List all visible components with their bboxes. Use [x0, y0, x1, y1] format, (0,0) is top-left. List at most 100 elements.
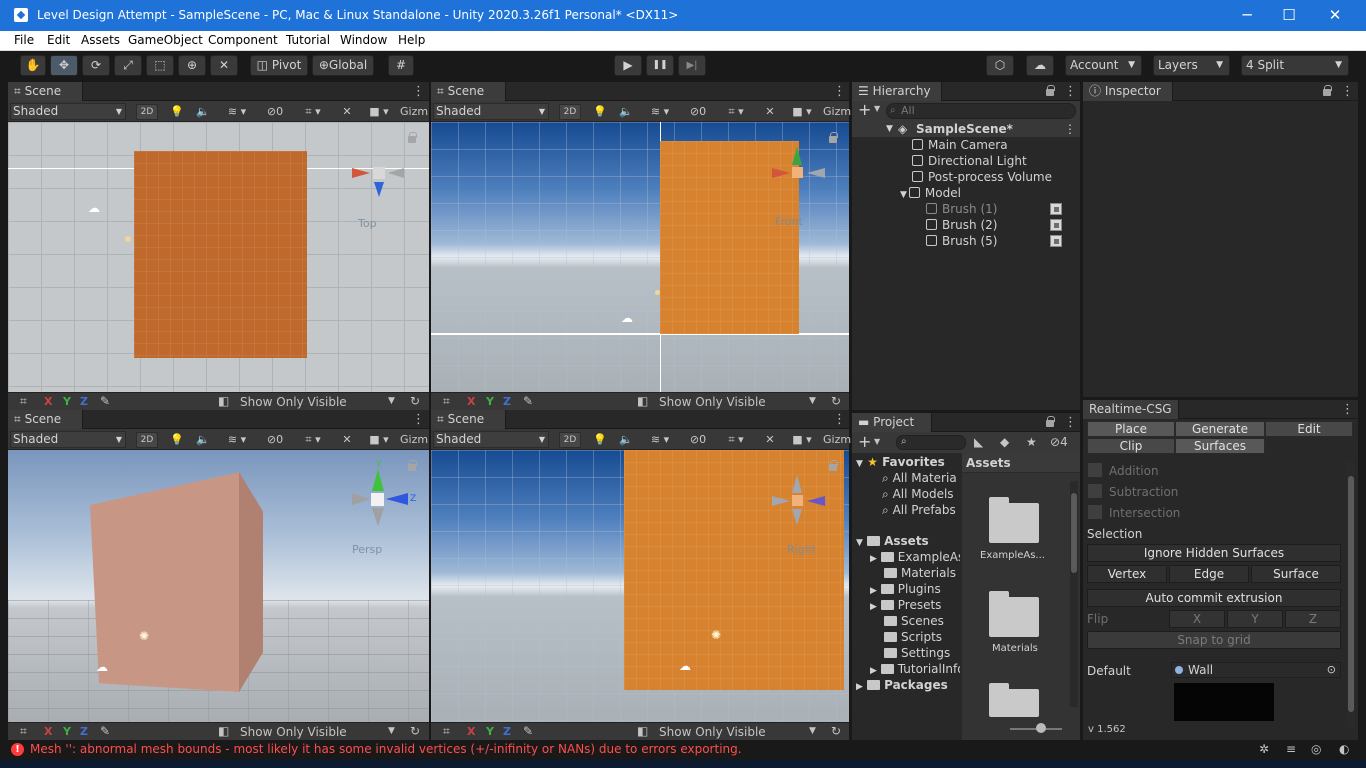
inspector-tab[interactable]: ⓘ Inspector	[1083, 82, 1173, 101]
scene-viewport[interactable]: ✺ ☁ Right	[431, 450, 849, 722]
menu-gameobject[interactable]: GameObject	[128, 33, 203, 47]
orientation-gizmo[interactable]	[769, 144, 827, 202]
move-tool-icon[interactable]: ✥	[50, 55, 78, 76]
axis-x-toggle[interactable]: X	[44, 725, 52, 738]
layout-dropdown[interactable]: 4 Split ▼	[1241, 55, 1349, 76]
orientation-gizmo[interactable]	[352, 152, 406, 202]
favorite-item[interactable]: ⌕ All Models	[882, 486, 954, 502]
project-tab[interactable]: ▬ Project	[852, 413, 932, 432]
effects-icon[interactable]: ≋ ▾	[645, 429, 675, 450]
ignore-hidden-surfaces-button[interactable]: Ignore Hidden Surfaces	[1087, 544, 1341, 562]
filter-type-icon[interactable]: ◣	[974, 435, 983, 449]
add-icon[interactable]: +	[858, 432, 871, 452]
scene-viewport[interactable]: ✺ ☁ Y Z Persp	[8, 450, 429, 722]
csg-grid-icon[interactable]: ⌗	[443, 724, 450, 739]
audio-icon[interactable]: 🔈	[196, 429, 210, 450]
chevron-down-icon[interactable]: ▼	[388, 726, 395, 736]
asset-folder[interactable]: Scenes	[884, 613, 944, 629]
hierarchy-item[interactable]: Directional Light	[912, 153, 1027, 169]
maximize-button[interactable]: ☐	[1266, 0, 1312, 31]
expand-arrow-icon[interactable]: ▼	[886, 121, 893, 137]
refresh-icon[interactable]: ↻	[410, 724, 420, 738]
scene-tab[interactable]: ⌗ Scene	[8, 410, 83, 429]
snap-to-grid-button[interactable]: Snap to grid	[1087, 631, 1341, 649]
gizmos-dropdown[interactable]: Gizm	[400, 101, 429, 122]
scale-tool-icon[interactable]: ⤢	[114, 55, 142, 76]
csg-grid-icon[interactable]: ⌗	[20, 394, 27, 409]
scene-tab[interactable]: ⌗ Scene	[8, 82, 83, 101]
show-only-visible-label[interactable]: Show Only Visible	[240, 395, 347, 409]
csg-mode-edit[interactable]: Edit	[1265, 421, 1353, 437]
gizmos-dropdown[interactable]: Gizm	[823, 101, 851, 122]
label-icon[interactable]: ◆	[1000, 435, 1009, 449]
collab-icon[interactable]: ⬡	[986, 55, 1014, 76]
scene-viewport[interactable]: ☁ Front	[431, 122, 849, 392]
show-only-visible-label[interactable]: Show Only Visible	[659, 395, 766, 409]
tool-icon[interactable]: ✎	[100, 724, 110, 738]
scene-viewport[interactable]: ☁ Top	[8, 122, 429, 392]
lock-icon[interactable]	[1046, 85, 1055, 96]
camera-icon[interactable]: ■ ▾	[364, 101, 394, 122]
lighting-icon[interactable]: 💡	[593, 101, 607, 122]
axis-x-toggle[interactable]: X	[44, 395, 52, 408]
chevron-down-icon[interactable]: ▼	[388, 396, 395, 406]
tool-icon[interactable]: ✎	[523, 724, 533, 738]
gizmos-dropdown[interactable]: Gizm	[823, 429, 851, 450]
csg-tab[interactable]: Realtime-CSG	[1083, 400, 1179, 419]
bug-icon[interactable]: ✲	[1259, 742, 1269, 756]
csg-scrollbar[interactable]	[1347, 462, 1355, 727]
zoom-slider-handle[interactable]	[1036, 723, 1046, 733]
axis-z-toggle[interactable]: Z	[80, 725, 88, 738]
axis-y-toggle[interactable]: Y	[486, 725, 494, 738]
axis-y-toggle[interactable]: Y	[63, 395, 71, 408]
hidden-objects-icon[interactable]: ⊘0	[683, 429, 713, 450]
favorite-item[interactable]: ⌕ All Prefabs	[882, 502, 956, 518]
camera-icon[interactable]: ■ ▾	[787, 101, 817, 122]
menu-component[interactable]: Component	[208, 33, 278, 47]
csg-grid-icon[interactable]: ⌗	[20, 724, 27, 739]
console-error-message[interactable]: Mesh '': abnormal mesh bounds - most lik…	[30, 742, 742, 756]
hierarchy-item[interactable]: Brush (5)	[926, 233, 997, 249]
menu-file[interactable]: File	[14, 33, 34, 47]
vertex-button[interactable]: Vertex	[1087, 565, 1167, 583]
hierarchy-item[interactable]: Main Camera	[912, 137, 1008, 153]
shading-mode-dropdown[interactable]: Shaded ▼	[10, 431, 126, 448]
lighting-status-icon[interactable]: ◐	[1339, 742, 1349, 756]
asset-scrollbar[interactable]	[1070, 481, 1078, 707]
directional-light-icon[interactable]: ☁	[621, 311, 633, 325]
scene-tab[interactable]: ⌗ Scene	[431, 82, 506, 101]
progress-icon[interactable]: ◎	[1311, 742, 1321, 756]
2d-toggle[interactable]: 2D	[136, 432, 158, 448]
project-search-input[interactable]: ⌕	[896, 435, 966, 450]
transform-tool-icon[interactable]: ⊕	[178, 55, 206, 76]
grid-icon[interactable]: ⌗ ▾	[298, 429, 328, 450]
camera-icon[interactable]: ■ ▾	[787, 429, 817, 450]
hierarchy-tab[interactable]: ☰ Hierarchy	[852, 82, 942, 101]
rect-tool-icon[interactable]: ⬚	[146, 55, 174, 76]
hierarchy-item[interactable]: Post-process Volume	[912, 169, 1052, 185]
csg-mode-generate[interactable]: Generate	[1175, 421, 1265, 437]
audio-icon[interactable]: 🔈	[196, 101, 210, 122]
hierarchy-item[interactable]: Brush (2)	[926, 217, 997, 233]
refresh-icon[interactable]: ↻	[831, 724, 841, 738]
hidden-packages-icon[interactable]: ⊘4	[1050, 435, 1068, 449]
brush-mesh[interactable]	[134, 151, 307, 358]
kebab-menu-icon[interactable]: ⋮	[1064, 413, 1077, 432]
flip-x-button[interactable]: X	[1169, 610, 1225, 628]
lock-icon[interactable]	[408, 460, 417, 471]
expand-arrow-icon[interactable]: ▼	[900, 190, 907, 200]
asset-folder[interactable]: Settings	[884, 645, 950, 661]
asset-grid-item-label[interactable]: ExampleAs...	[980, 550, 1045, 561]
menu-edit[interactable]: Edit	[47, 33, 70, 47]
favorite-item[interactable]: ⌕ All Materia	[882, 470, 957, 486]
kebab-menu-icon[interactable]: ⋮	[412, 82, 425, 101]
menu-window[interactable]: Window	[340, 33, 387, 47]
gizmos-dropdown[interactable]: Gizm	[400, 429, 429, 450]
assets-row[interactable]: ▼ Assets	[856, 533, 929, 549]
directional-light-icon[interactable]: ☁	[88, 201, 100, 215]
refresh-icon[interactable]: ↻	[831, 394, 841, 408]
lock-icon[interactable]	[829, 132, 838, 143]
asset-breadcrumb[interactable]: Assets	[962, 453, 1080, 473]
lock-icon[interactable]	[1323, 85, 1332, 96]
folder-icon[interactable]	[989, 497, 1039, 543]
